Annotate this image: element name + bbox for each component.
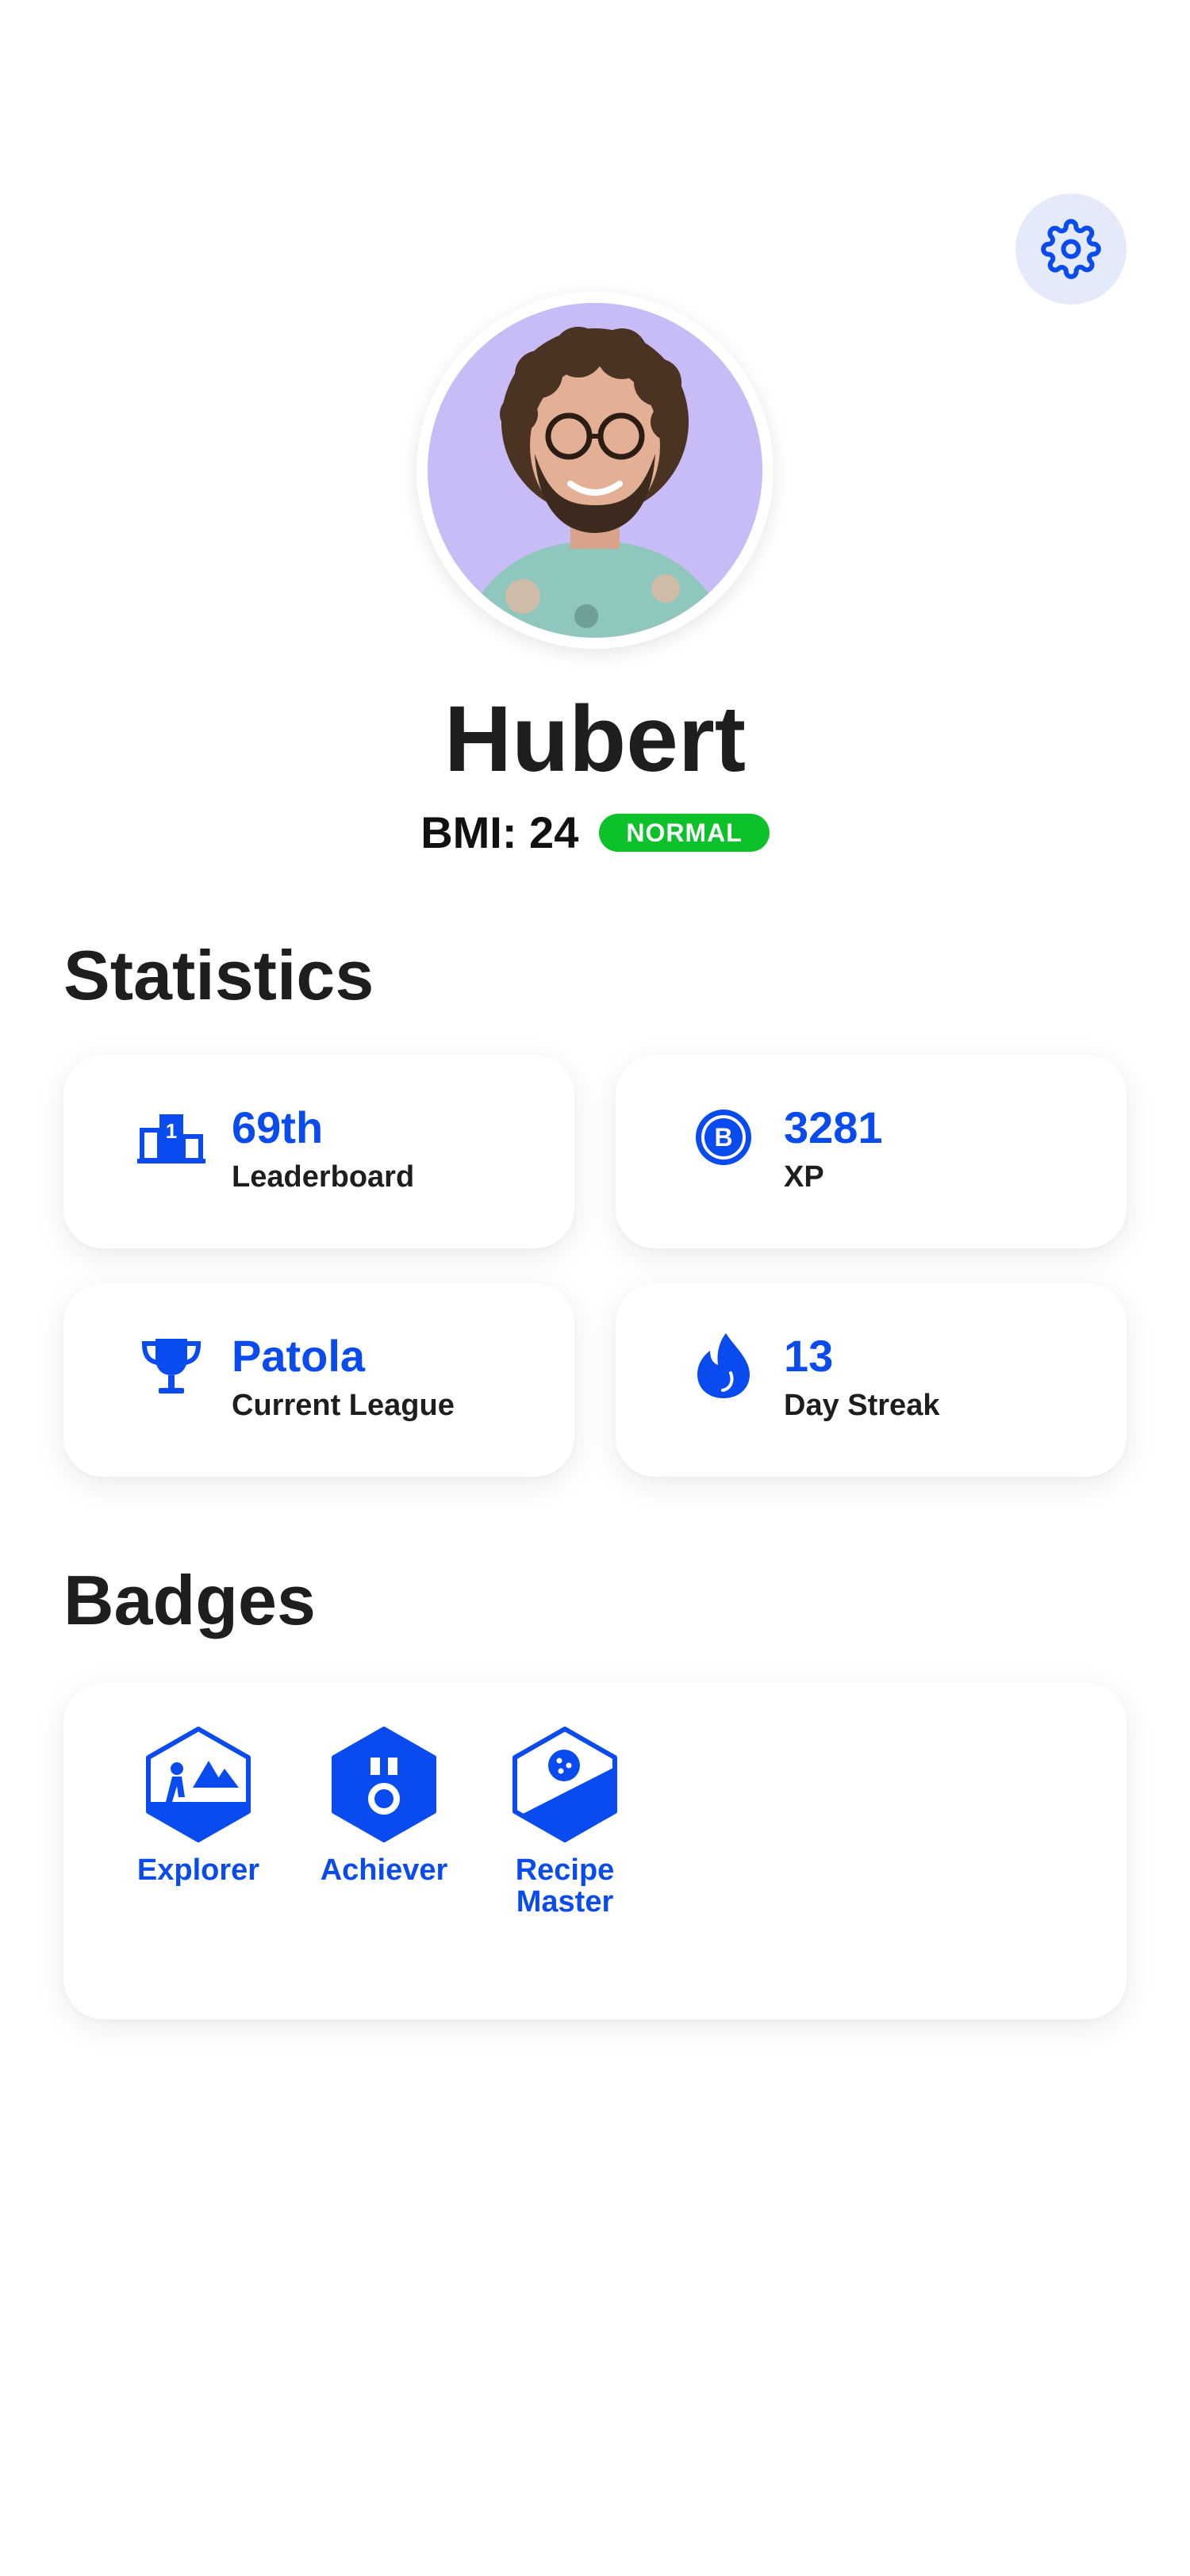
league-label: Current League <box>232 1389 455 1422</box>
gear-icon <box>1041 219 1101 279</box>
stat-card-league[interactable]: Patola Current League <box>63 1283 574 1477</box>
stat-card-xp[interactable]: B 3281 XP <box>616 1055 1127 1248</box>
league-value: Patola <box>232 1331 366 1381</box>
avatar-frame[interactable] <box>416 292 774 649</box>
trophy-icon <box>135 1329 208 1402</box>
stat-card-leaderboard[interactable]: 1 69th Leaderboard <box>63 1055 574 1248</box>
svg-text:1: 1 <box>166 1119 177 1143</box>
statistics-title: Statistics <box>63 936 374 1014</box>
explorer-badge-icon <box>146 1727 251 1842</box>
xp-coin-icon: B <box>687 1101 760 1174</box>
avatar <box>428 303 762 638</box>
bmi-value: BMI: 24 <box>420 807 579 857</box>
stat-card-streak[interactable]: 13 Day Streak <box>616 1283 1127 1477</box>
achiever-badge-icon <box>332 1727 436 1842</box>
settings-button[interactable] <box>1015 194 1127 305</box>
badge-label-recipe-master: Recipe Master <box>515 1853 615 1919</box>
badge-recipe-master[interactable]: Recipe Master <box>478 1726 652 1918</box>
badges-card: Explorer Achiever Recipe Master <box>63 1683 1127 2019</box>
xp-value: 3281 <box>784 1102 883 1152</box>
streak-label: Day Streak <box>784 1389 940 1422</box>
leaderboard-label: Leaderboard <box>232 1160 415 1194</box>
badges-title: Badges <box>63 1561 316 1639</box>
xp-label: XP <box>784 1160 824 1194</box>
leaderboard-value: 69th <box>232 1102 324 1152</box>
bmi-status-badge: NORMAL <box>599 814 770 852</box>
avatar-photo <box>428 303 762 638</box>
svg-text:B: B <box>714 1123 732 1152</box>
podium-icon: 1 <box>135 1101 208 1174</box>
recipe-master-badge-icon <box>512 1727 617 1842</box>
badge-explorer[interactable]: Explorer <box>111 1726 286 1886</box>
user-name: Hubert <box>443 687 747 792</box>
badge-label-explorer: Explorer <box>136 1853 260 1887</box>
badge-achiever[interactable]: Achiever <box>297 1726 471 1886</box>
streak-value: 13 <box>784 1331 834 1381</box>
bmi-row: BMI: 24 NORMAL <box>0 801 1190 864</box>
flame-drop-icon <box>687 1329 760 1402</box>
badge-label-achiever: Achiever <box>320 1853 448 1887</box>
profile-screen: Hubert BMI: 24 NORMAL Statistics 1 69th … <box>0 0 1190 2576</box>
